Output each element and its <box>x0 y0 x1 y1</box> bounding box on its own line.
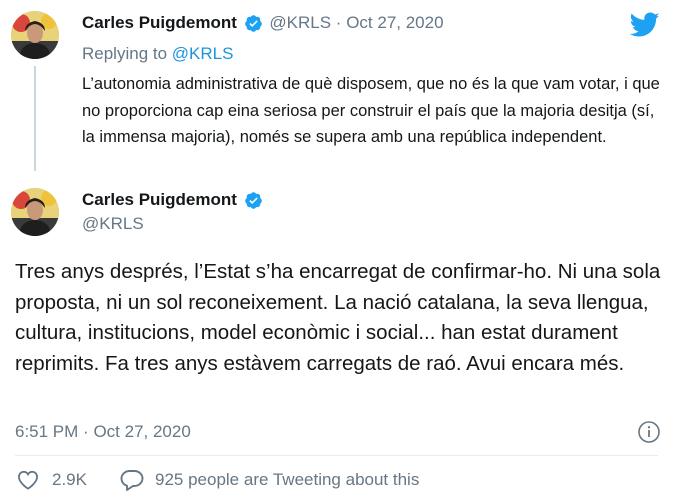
main-tweet-author: Carles Puigdemont <box>82 189 263 211</box>
avatar[interactable] <box>11 188 59 236</box>
author-name[interactable]: Carles Puigdemont <box>82 13 237 32</box>
tweet-date[interactable]: Oct 27, 2020 <box>93 422 190 441</box>
timestamp[interactable]: 6:51 PM · Oct 27, 2020 <box>15 421 191 443</box>
verified-badge-icon <box>244 14 263 33</box>
tweeting-about-link[interactable]: 925 people are Tweeting about this <box>155 469 419 491</box>
reply-tweet-text: L’autonomia administrativa de què dispos… <box>82 75 660 146</box>
tweet-time[interactable]: 6:51 PM <box>15 422 78 441</box>
verified-badge-icon <box>244 191 263 210</box>
like-count[interactable]: 2.9K <box>52 469 87 491</box>
tweet-date[interactable]: Oct 27, 2020 <box>346 13 443 32</box>
replying-handle-link[interactable]: @KRLS <box>172 44 234 63</box>
separator-dot: · <box>83 422 89 441</box>
reply-tweet-header: Carles Puigdemont @KRLS · Oct 27, 2020 <box>82 12 444 34</box>
heart-icon[interactable] <box>17 470 39 490</box>
twitter-bird-icon[interactable] <box>630 12 660 38</box>
divider <box>15 455 658 456</box>
main-tweet-text: Tres anys després, l’Estat s’ha encarreg… <box>15 260 661 375</box>
author-handle[interactable]: @KRLS <box>269 13 331 32</box>
replying-to: Replying to @KRLS <box>82 43 233 65</box>
speech-bubble-icon[interactable] <box>120 469 144 491</box>
author-handle[interactable]: @KRLS <box>82 213 144 235</box>
replying-label: Replying to <box>82 44 168 63</box>
avatar[interactable] <box>11 11 59 59</box>
thread-line <box>34 66 36 171</box>
info-icon[interactable] <box>637 420 661 444</box>
author-name[interactable]: Carles Puigdemont <box>82 190 237 209</box>
separator-dot: · <box>335 13 342 32</box>
